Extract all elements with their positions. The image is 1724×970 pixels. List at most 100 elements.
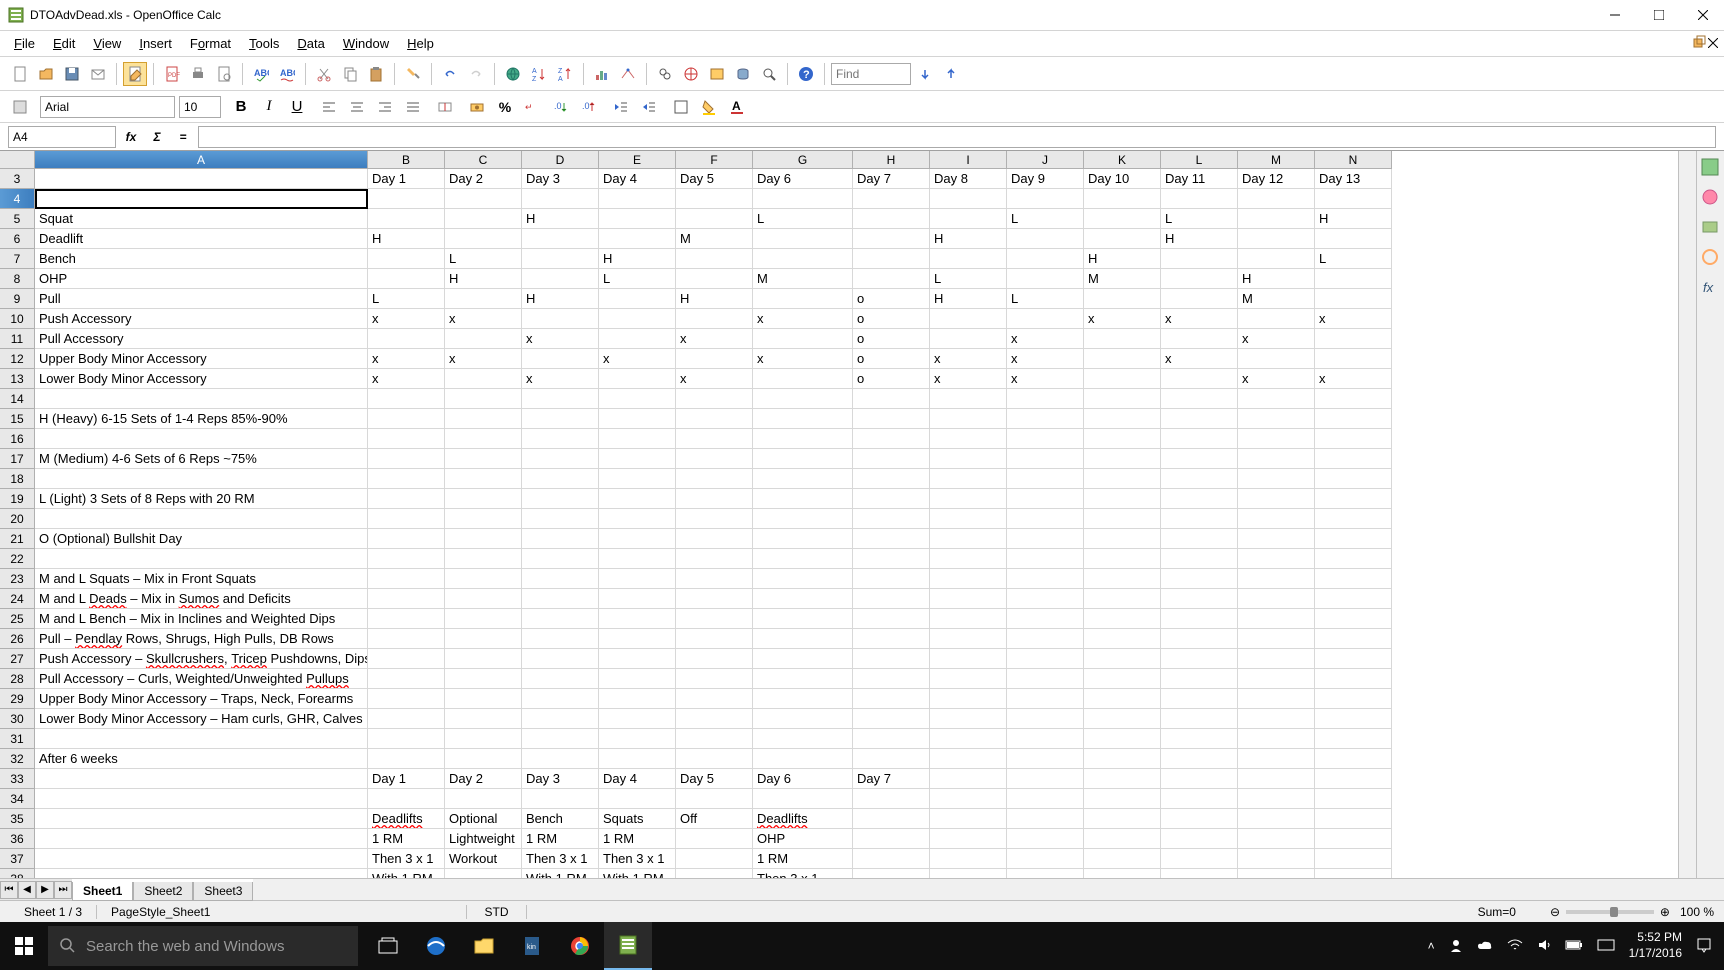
- menu-edit[interactable]: Edit: [45, 33, 83, 54]
- edge-icon[interactable]: [412, 922, 460, 970]
- cell[interactable]: 1 RM: [522, 829, 599, 849]
- cell[interactable]: [1161, 369, 1238, 389]
- column-header-I[interactable]: I: [930, 151, 1007, 169]
- cell[interactable]: [853, 429, 930, 449]
- doc-close-button[interactable]: [1708, 37, 1718, 51]
- row-header[interactable]: 18: [0, 469, 35, 489]
- cell[interactable]: [1007, 789, 1084, 809]
- cell[interactable]: [1315, 569, 1392, 589]
- cell[interactable]: [753, 249, 853, 269]
- cell[interactable]: [1315, 709, 1392, 729]
- cell[interactable]: [1315, 349, 1392, 369]
- align-center-button[interactable]: [345, 95, 369, 119]
- cell[interactable]: Bench: [522, 809, 599, 829]
- cell[interactable]: H: [1161, 229, 1238, 249]
- sort-asc-button[interactable]: AZ: [527, 62, 551, 86]
- cell[interactable]: [1238, 769, 1315, 789]
- cell[interactable]: [1084, 369, 1161, 389]
- cell[interactable]: [1238, 449, 1315, 469]
- cell[interactable]: [1007, 629, 1084, 649]
- cell[interactable]: [1084, 509, 1161, 529]
- cell[interactable]: [753, 549, 853, 569]
- row-header[interactable]: 19: [0, 489, 35, 509]
- currency-button[interactable]: [465, 95, 489, 119]
- cell[interactable]: [1238, 689, 1315, 709]
- cell[interactable]: [599, 289, 676, 309]
- cell[interactable]: [522, 749, 599, 769]
- cell[interactable]: [1238, 629, 1315, 649]
- save-button[interactable]: [60, 62, 84, 86]
- cell[interactable]: [1084, 629, 1161, 649]
- cell[interactable]: [1084, 829, 1161, 849]
- autospellcheck-button[interactable]: ABC: [275, 62, 299, 86]
- cell[interactable]: [445, 429, 522, 449]
- cell[interactable]: [368, 509, 445, 529]
- cell[interactable]: [1084, 569, 1161, 589]
- cell[interactable]: [1007, 669, 1084, 689]
- cell[interactable]: [676, 269, 753, 289]
- cell[interactable]: [35, 729, 368, 749]
- cell[interactable]: [35, 809, 368, 829]
- cell[interactable]: Day 1: [368, 769, 445, 789]
- row-header[interactable]: 26: [0, 629, 35, 649]
- cell[interactable]: [368, 589, 445, 609]
- cell[interactable]: [1084, 349, 1161, 369]
- cell[interactable]: [1161, 869, 1238, 878]
- cell[interactable]: [1084, 849, 1161, 869]
- cell[interactable]: x: [753, 349, 853, 369]
- cell[interactable]: L: [930, 269, 1007, 289]
- row-header[interactable]: 35: [0, 809, 35, 829]
- horizontal-scrollbar[interactable]: [253, 879, 1724, 900]
- cell[interactable]: [1238, 849, 1315, 869]
- cell[interactable]: [368, 789, 445, 809]
- cell[interactable]: [1084, 469, 1161, 489]
- cell[interactable]: [368, 689, 445, 709]
- cell[interactable]: [753, 529, 853, 549]
- cell[interactable]: x: [445, 309, 522, 329]
- cell[interactable]: Push Accessory: [35, 309, 368, 329]
- cell[interactable]: [1084, 549, 1161, 569]
- cell[interactable]: [853, 869, 930, 878]
- cell[interactable]: Bench: [35, 249, 368, 269]
- cell[interactable]: Upper Body Minor Accessory – Traps, Neck…: [35, 689, 368, 709]
- cell[interactable]: [1007, 189, 1084, 209]
- zoom-slider[interactable]: ⊖⊕: [1550, 905, 1670, 919]
- cell[interactable]: [1084, 329, 1161, 349]
- cell[interactable]: [368, 269, 445, 289]
- cell[interactable]: [1315, 629, 1392, 649]
- chart-button[interactable]: [590, 62, 614, 86]
- cell[interactable]: [445, 589, 522, 609]
- cell[interactable]: [368, 409, 445, 429]
- format-paintbrush-button[interactable]: [401, 62, 425, 86]
- cell[interactable]: [1084, 649, 1161, 669]
- tray-battery-icon[interactable]: [1565, 939, 1583, 953]
- cell[interactable]: L: [753, 209, 853, 229]
- standard-format-button[interactable]: ↵: [521, 95, 545, 119]
- cell[interactable]: [599, 549, 676, 569]
- cell[interactable]: [1007, 529, 1084, 549]
- cell[interactable]: [1161, 449, 1238, 469]
- cell[interactable]: [445, 489, 522, 509]
- cell[interactable]: M: [1238, 289, 1315, 309]
- cell[interactable]: [676, 429, 753, 449]
- cell[interactable]: [1238, 809, 1315, 829]
- cell[interactable]: [1161, 569, 1238, 589]
- cell[interactable]: [1161, 509, 1238, 529]
- cell[interactable]: x: [1238, 329, 1315, 349]
- cell-reference-input[interactable]: [8, 126, 116, 148]
- cell[interactable]: Then 3 x 1: [522, 849, 599, 869]
- cell[interactable]: [1007, 429, 1084, 449]
- cell[interactable]: Day 3: [522, 769, 599, 789]
- close-button[interactable]: [1690, 5, 1716, 25]
- cell[interactable]: [1084, 389, 1161, 409]
- cell[interactable]: [753, 589, 853, 609]
- cell[interactable]: [368, 629, 445, 649]
- cell[interactable]: [930, 609, 1007, 629]
- cell[interactable]: [522, 189, 599, 209]
- cell[interactable]: [676, 629, 753, 649]
- cell[interactable]: Deadlifts: [753, 809, 853, 829]
- cell[interactable]: [853, 549, 930, 569]
- cell[interactable]: [1084, 869, 1161, 878]
- cell[interactable]: [599, 669, 676, 689]
- cell[interactable]: [1315, 509, 1392, 529]
